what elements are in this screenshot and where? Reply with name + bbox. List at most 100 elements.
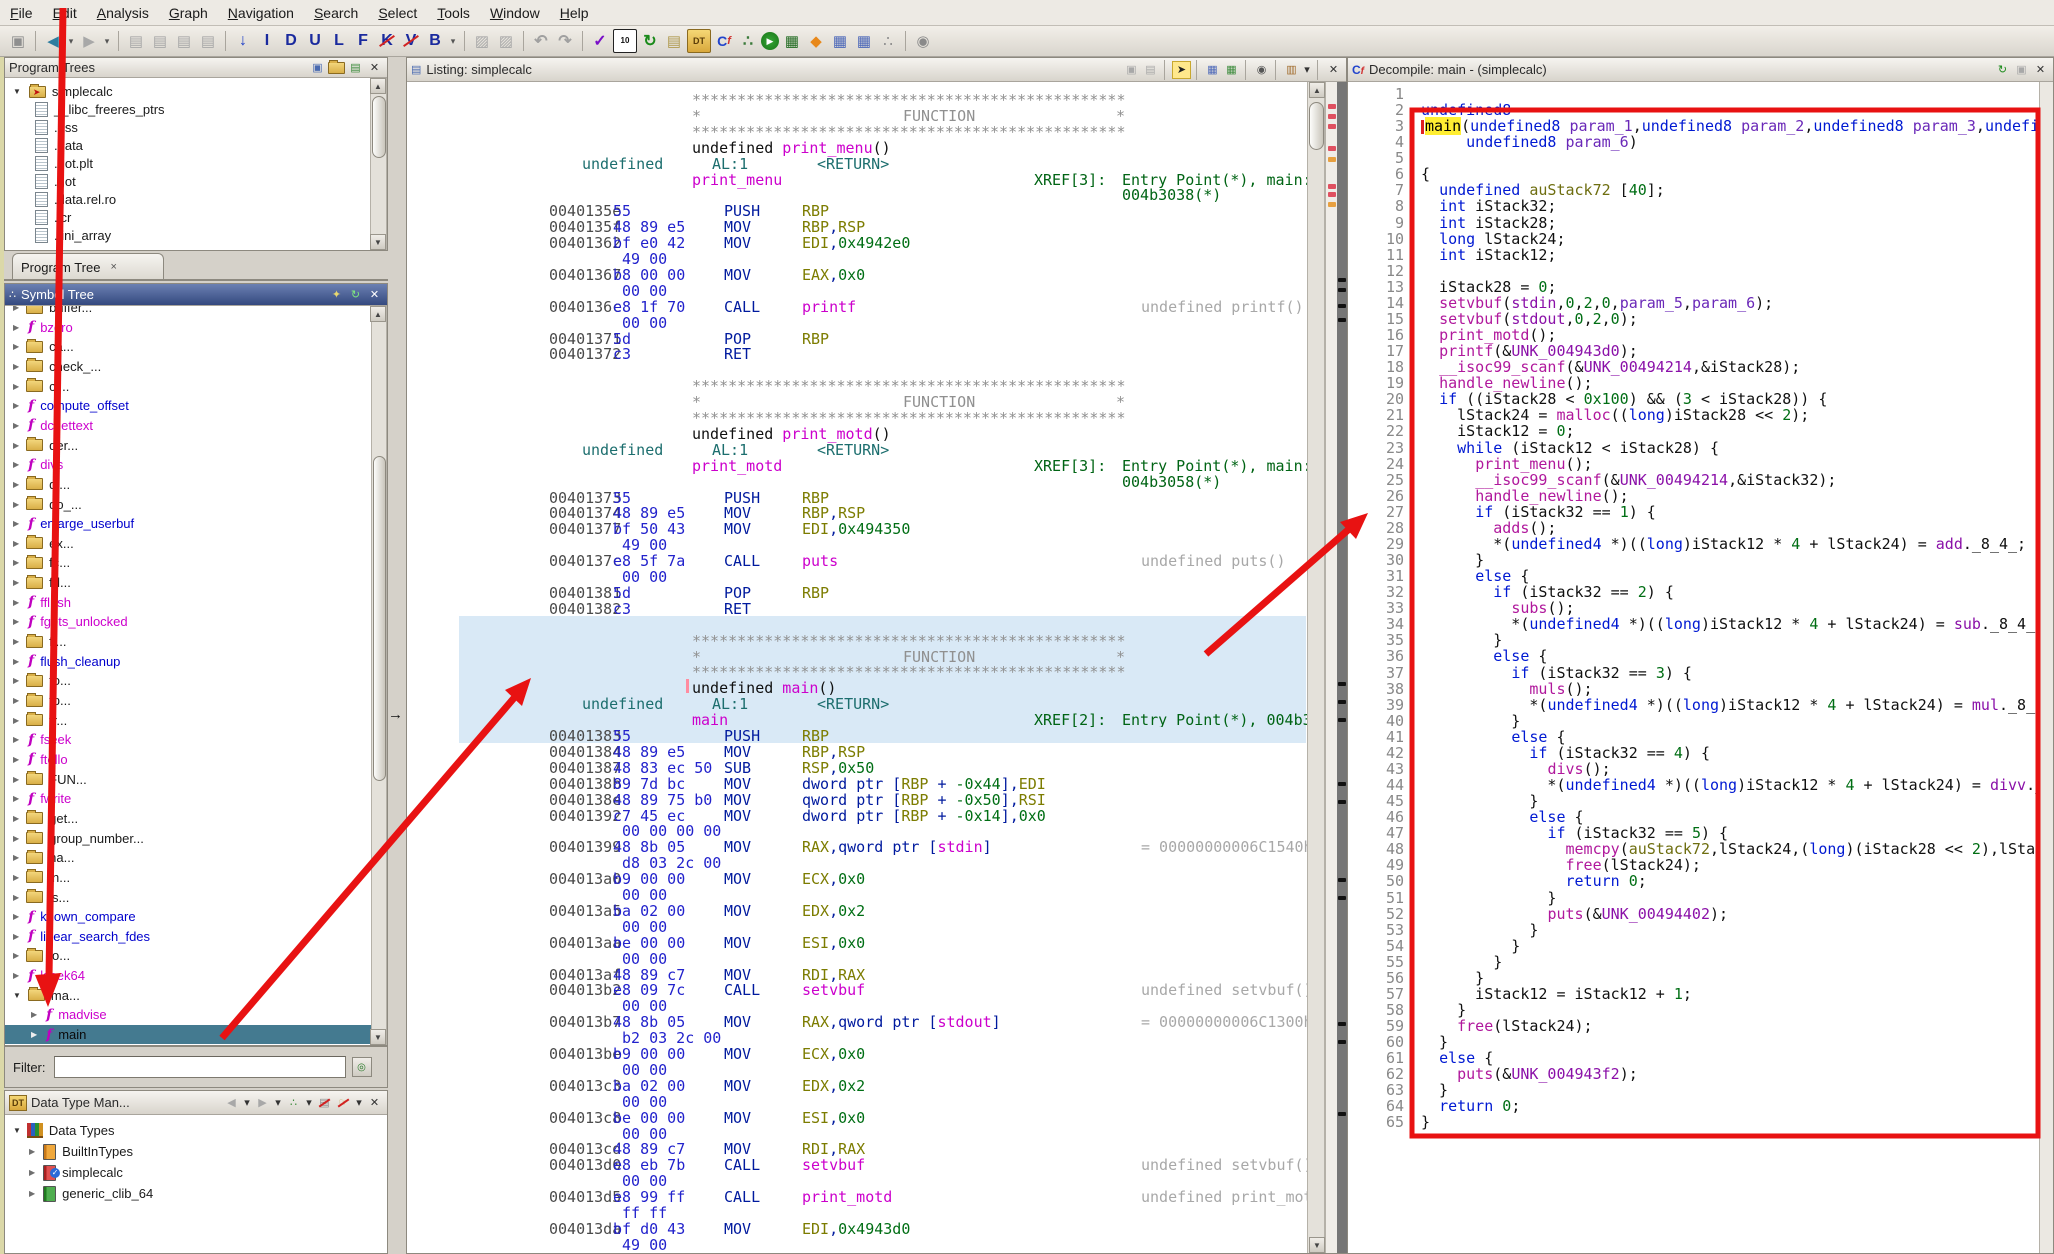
- decompile-line[interactable]: 63 }: [1348, 1081, 2039, 1098]
- decompile-line[interactable]: 14 setvbuf(stdin,0,2,0,param_5,param_6);: [1348, 294, 2039, 311]
- memory-out-icon[interactable]: ▤: [197, 30, 219, 52]
- redo-icon[interactable]: ↷: [554, 30, 576, 52]
- symbol-tree-item-lo[interactable]: ▶lo...: [5, 946, 371, 965]
- listing-row[interactable]: b2 03 2c 00: [407, 1029, 1307, 1045]
- listing-row[interactable]: 004013dabf d0 43MOVEDI,0x4943d0: [407, 1220, 1307, 1236]
- listing-row[interactable]: 004013c8be 00 00MOVESI,0x0: [407, 1109, 1307, 1125]
- decompile-line[interactable]: 10 long lStack24;: [1348, 230, 2039, 247]
- listing-row[interactable]: ****************************************…: [407, 409, 1307, 425]
- bookmark-icon[interactable]: B: [424, 30, 446, 52]
- listing-row[interactable]: ****************************************…: [407, 91, 1307, 107]
- symbol-tree-item-check[interactable]: ▶check_...: [5, 357, 371, 376]
- listing-row[interactable]: ff ff: [407, 1204, 1307, 1220]
- decompile-line[interactable]: 28 adds();: [1348, 519, 2039, 536]
- symbol-tree-item-linearsearchfdes[interactable]: ▶flinear_search_fdes: [5, 927, 371, 946]
- decompile-line[interactable]: 11 int iStack12;: [1348, 246, 2039, 263]
- forward-icon[interactable]: ▶: [78, 30, 100, 52]
- listing-row[interactable]: 0040138748 83 ec 50SUBRSP,0x50: [407, 759, 1307, 775]
- back-caret-icon[interactable]: ▾: [66, 30, 76, 52]
- dtm-arrangement-caret-icon[interactable]: ▾: [304, 1095, 314, 1111]
- symbol-tree-item-groupnumber[interactable]: ▶group_number...: [5, 829, 371, 848]
- decompile-line[interactable]: 33 subs();: [1348, 599, 2039, 616]
- symbol-tree-item-knowncompare[interactable]: ▶fknown_compare: [5, 907, 371, 926]
- menu-item-select[interactable]: Select: [368, 3, 427, 23]
- program-tree-section[interactable]: .fini_array: [5, 226, 111, 245]
- data-type-tree[interactable]: ▼Data Types▶BuiltInTypes▶✓simplecalc▶gen…: [5, 1115, 387, 1253]
- dtm-previous-caret-icon[interactable]: ▾: [242, 1095, 252, 1111]
- symbol-tree-close-icon[interactable]: ✕: [366, 287, 383, 303]
- program-tree-section[interactable]: .data.rel.ro: [5, 190, 116, 209]
- export-refresh-icon[interactable]: ↻: [639, 30, 661, 52]
- decompile-re-decompile-icon[interactable]: ↻: [1994, 62, 2011, 78]
- listing-row[interactable]: 0040138448 89 e5MOVRBP,RSP: [407, 743, 1307, 759]
- undefine-icon[interactable]: U: [304, 30, 326, 52]
- decompile-line[interactable]: 47 if (iStack32 == 5) {: [1348, 824, 2039, 841]
- decompile-line[interactable]: 36 else {: [1348, 647, 2039, 664]
- decompile-line[interactable]: 49 free(lStack24);: [1348, 856, 2039, 873]
- listing-row[interactable]: *FUNCTION*: [407, 648, 1307, 664]
- decompile-line[interactable]: 16 print_motd();: [1348, 326, 2039, 343]
- listing-row[interactable]: undefined main(): [407, 679, 1307, 695]
- listing-row[interactable]: *FUNCTION*: [407, 393, 1307, 409]
- listing-edit-fields-icon[interactable]: ▦: [1223, 62, 1240, 78]
- data-types-root[interactable]: ▼Data Types: [5, 1121, 114, 1140]
- symbol-tree-scrollbar[interactable]: ▲ ▼: [371, 306, 387, 1045]
- decompile-line[interactable]: 48 memcpy(auStack72,lStack24,(long)(iSta…: [1348, 840, 2039, 857]
- decompile-line[interactable]: 31 else {: [1348, 567, 2039, 584]
- symbol-tree-item-get[interactable]: ▶get...: [5, 809, 371, 828]
- listing-row[interactable]: 00 00: [407, 997, 1307, 1013]
- decompile-line[interactable]: 22 iStack12 = 0;: [1348, 422, 2039, 439]
- symbol-tree-item-fr[interactable]: ▶fr...: [5, 711, 371, 730]
- listing-row[interactable]: undefinedAL:1<RETURN>: [407, 155, 1307, 171]
- decompile-line[interactable]: 55 }: [1348, 953, 2039, 970]
- symbol-tree-item-fi[interactable]: ▶fi...: [5, 632, 371, 651]
- listing-row[interactable]: 0040135f48 89 e5MOVRBP,RSP: [407, 218, 1307, 234]
- decompile-line[interactable]: 40 }: [1348, 712, 2039, 729]
- symbol-tree-item-madvise[interactable]: ▶fmadvise: [5, 1005, 371, 1024]
- listing-row[interactable]: 004b3038(*): [407, 186, 1307, 202]
- decompile-line[interactable]: 65}: [1348, 1113, 2039, 1130]
- decompile-line[interactable]: 27 if (iStack32 == 1) {: [1348, 503, 2039, 520]
- table-icon[interactable]: ▦: [829, 30, 851, 52]
- listing-row[interactable]: 004013715dPOPRBP: [407, 330, 1307, 346]
- symbol-tree-item-lseek64[interactable]: ▶flseek64: [5, 966, 371, 985]
- listing-row[interactable]: 49 00: [407, 536, 1307, 552]
- decompile-line[interactable]: 9 int iStack28;: [1348, 214, 2039, 231]
- decompile-line[interactable]: 51 }: [1348, 889, 2039, 906]
- decompile-line[interactable]: 34 *(undefined4 *)((long)iStack12 * 4 + …: [1348, 615, 2039, 632]
- symbol-tree-item-fo[interactable]: ▶fo...: [5, 671, 371, 690]
- dtm-previous-type-icon[interactable]: ◀: [223, 1095, 240, 1111]
- listing-row[interactable]: 00 00: [407, 886, 1307, 902]
- decompile-line[interactable]: 54 }: [1348, 937, 2039, 954]
- decompile-line[interactable]: 2undefined8: [1348, 101, 2039, 118]
- decompile-line[interactable]: 19 handle_newline();: [1348, 374, 2039, 391]
- listing-row[interactable]: 0040137355PUSHRBP: [407, 489, 1307, 505]
- listing-row[interactable]: 0040137ce8 5f 7aCALLputsundefined puts(): [407, 552, 1307, 568]
- listing-row[interactable]: 00401362bf e0 42MOVEDI,0x4942e0: [407, 234, 1307, 250]
- decompile-line[interactable]: 57 iStack12 = iStack12 + 1;: [1348, 985, 2039, 1002]
- decompile-line[interactable]: 17 printf(&UNK_004943d0);: [1348, 342, 2039, 359]
- filter-input[interactable]: [54, 1056, 346, 1078]
- decompile-line[interactable]: 64 return 0;: [1348, 1097, 2039, 1114]
- listing-row[interactable]: 00401377bf 50 43MOVEDI,0x494350: [407, 520, 1307, 536]
- decompile-line[interactable]: 12: [1348, 262, 2039, 279]
- table-export-icon[interactable]: ▦: [853, 30, 875, 52]
- listing-row[interactable]: 004013dfb8 00 00MOVEAX,0x0: [407, 1252, 1307, 1253]
- reference-icon[interactable]: ◉: [912, 30, 934, 52]
- listing-row[interactable]: 00 00: [407, 1125, 1307, 1141]
- listing-row[interactable]: print_motdXREF[3]:Entry Point(*), main:0…: [407, 457, 1307, 473]
- tab-close-icon[interactable]: ×: [110, 261, 116, 273]
- decompile-line[interactable]: 38 muls();: [1348, 680, 2039, 697]
- dtm-next-type-icon[interactable]: ▶: [254, 1095, 271, 1111]
- listing-row[interactable]: undefined print_motd(): [407, 425, 1307, 441]
- listing-row[interactable]: 004013b748 8b 05MOVRAX,qword ptr [stdout…: [407, 1013, 1307, 1029]
- decompile-line[interactable]: 25 __isoc99_scanf(&UNK_00494214,&iStack3…: [1348, 471, 2039, 488]
- symbol-tree-item-do[interactable]: ▶do_...: [5, 495, 371, 514]
- decompile-line[interactable]: 21 lStack24 = malloc((long)iStack28 << 2…: [1348, 406, 2039, 423]
- decompile-line[interactable]: 59 free(lStack24);: [1348, 1017, 2039, 1034]
- listing-row[interactable]: 004013a0b9 00 00MOVECX,0x0: [407, 870, 1307, 886]
- instruction-icon[interactable]: I: [256, 30, 278, 52]
- symbol-tree-item-dl[interactable]: ▶dl...: [5, 475, 371, 494]
- decompile-line[interactable]: 43 divs();: [1348, 760, 2039, 777]
- run-icon[interactable]: ▶: [761, 32, 779, 50]
